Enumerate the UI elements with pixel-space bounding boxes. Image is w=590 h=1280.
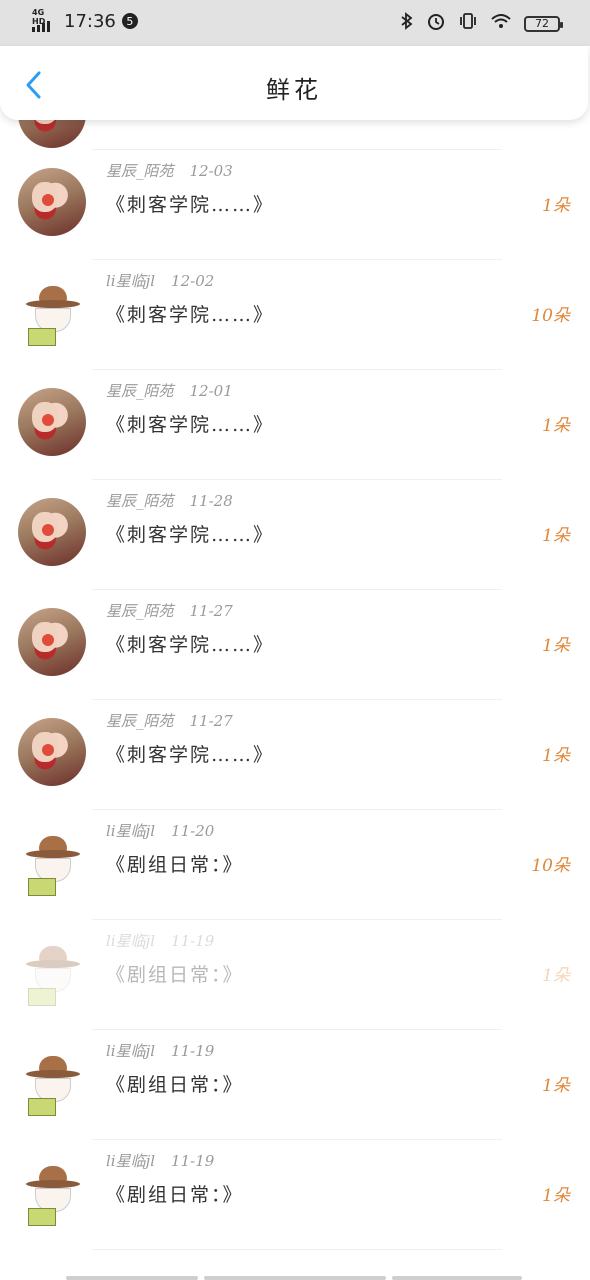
app-header: 鲜花 <box>0 46 588 120</box>
username[interactable]: li星临jl <box>106 822 155 840</box>
cellular-signal-icon: 4G HD <box>32 8 58 32</box>
flower-count: 1朵 <box>542 966 570 986</box>
list-item[interactable]: li星临jl 12-02 《刺客学院……》 10朵 <box>0 260 590 370</box>
list-item[interactable]: 星辰_陌苑 12-03 《刺客学院……》 1朵 <box>0 150 590 260</box>
work-title[interactable]: 《剧组日常：》 <box>106 1180 244 1207</box>
record-meta: li星临jl 11-19 <box>106 930 214 951</box>
flower-count: 1朵 <box>542 196 570 216</box>
list-item[interactable]: li星临jl 11-19 《剧组日常：》 1朵 <box>0 1140 590 1250</box>
record-date: 11-19 <box>171 932 215 950</box>
status-bar: 4G HD 17:36 5 72 <box>0 0 590 46</box>
work-title[interactable]: 《刺客学院……》 <box>106 630 274 657</box>
flower-count: 1朵 <box>542 1076 570 1096</box>
username[interactable]: 星辰_陌苑 <box>106 712 174 730</box>
work-title[interactable]: 《剧组日常：》 <box>106 850 244 877</box>
avatar[interactable] <box>18 608 86 676</box>
avatar[interactable] <box>18 1158 86 1226</box>
record-date: 11-27 <box>189 712 233 730</box>
notification-count-badge: 5 <box>121 13 138 29</box>
flower-count: 10朵 <box>531 856 570 876</box>
record-meta: 星辰_陌苑 12-03 <box>106 160 233 181</box>
record-date: 12-03 <box>189 162 233 180</box>
record-date: 11-27 <box>189 602 233 620</box>
work-title[interactable]: 《刺客学院……》 <box>106 190 274 217</box>
flower-count: 1朵 <box>542 746 570 766</box>
record-date: 11-20 <box>171 822 215 840</box>
username[interactable]: 星辰_陌苑 <box>106 162 174 180</box>
battery-icon: 72 <box>524 15 563 32</box>
status-time: 17:36 <box>64 10 116 32</box>
vibrate-icon <box>458 12 478 35</box>
avatar[interactable] <box>18 718 86 786</box>
work-title[interactable]: 《刺客学院……》 <box>106 740 274 767</box>
list-item[interactable]: 星辰_陌苑 11-27 《刺客学院……》 1朵 <box>0 700 590 810</box>
list-item[interactable]: 星辰_陌苑 11-28 《刺客学院……》 1朵 <box>0 480 590 590</box>
avatar[interactable] <box>18 388 86 456</box>
work-title[interactable]: 《剧组日常：》 <box>106 1070 244 1097</box>
username[interactable]: li星临jl <box>106 1152 155 1170</box>
alarm-icon <box>426 12 446 35</box>
record-date: 12-01 <box>189 382 233 400</box>
list-item[interactable]: 星辰_陌苑 11-27 《刺客学院……》 1朵 <box>0 590 590 700</box>
record-date: 11-19 <box>171 1152 215 1170</box>
record-meta: 星辰_陌苑 11-27 <box>106 600 233 621</box>
avatar[interactable] <box>18 828 86 896</box>
work-title[interactable]: 《刺客学院……》 <box>106 410 274 437</box>
record-date: 11-19 <box>171 1042 215 1060</box>
flower-count: 1朵 <box>542 526 570 546</box>
record-meta: 星辰_陌苑 11-28 <box>106 490 233 511</box>
username[interactable]: 星辰_陌苑 <box>106 602 174 620</box>
work-title[interactable]: 《刺客学院……》 <box>106 520 274 547</box>
avatar[interactable] <box>18 1048 86 1116</box>
record-date: 12-02 <box>171 272 215 290</box>
record-meta: li星临jl 12-02 <box>106 270 214 291</box>
record-meta: 星辰_陌苑 12-01 <box>106 380 233 401</box>
scroll-indicator <box>0 1272 590 1280</box>
list-item[interactable]: li星临jl 11-20 《剧组日常：》 10朵 <box>0 810 590 920</box>
username[interactable]: 星辰_陌苑 <box>106 492 174 510</box>
record-meta: li星临jl 11-19 <box>106 1040 214 1061</box>
flower-count: 1朵 <box>542 636 570 656</box>
list-item[interactable]: 星辰_陌苑 12-01 《刺客学院……》 1朵 <box>0 370 590 480</box>
page-title: 鲜花 <box>266 76 322 104</box>
list-item-partial <box>0 80 590 150</box>
flower-count: 1朵 <box>542 416 570 436</box>
avatar[interactable] <box>18 168 86 236</box>
avatar[interactable] <box>18 278 86 346</box>
avatar[interactable] <box>18 498 86 566</box>
flower-count: 1朵 <box>542 1186 570 1206</box>
work-title[interactable]: 《剧组日常：》 <box>106 960 244 987</box>
record-meta: 星辰_陌苑 11-27 <box>106 710 233 731</box>
work-title[interactable]: 《刺客学院……》 <box>106 300 274 327</box>
username[interactable]: li星临jl <box>106 932 155 950</box>
bluetooth-icon <box>400 12 414 35</box>
flower-record-list: 星辰_陌苑 12-03 《刺客学院……》 1朵 li星临jl 12-02 《刺客学院……》 1… <box>0 80 590 1250</box>
list-item[interactable]: li星临jl 11-19 《剧组日常：》 1朵 <box>0 1030 590 1140</box>
list-item[interactable]: li星临jl 11-19 《剧组日常：》 1朵 <box>0 920 590 1030</box>
record-meta: li星临jl 11-19 <box>106 1150 214 1171</box>
flower-count: 10朵 <box>531 306 570 326</box>
username[interactable]: 星辰_陌苑 <box>106 382 174 400</box>
username[interactable]: li星临jl <box>106 1042 155 1060</box>
avatar[interactable] <box>18 938 86 1006</box>
battery-level: 72 <box>535 17 549 30</box>
username[interactable]: li星临jl <box>106 272 155 290</box>
record-meta: li星临jl 11-20 <box>106 820 214 841</box>
wifi-icon <box>490 12 512 35</box>
record-date: 11-28 <box>189 492 233 510</box>
